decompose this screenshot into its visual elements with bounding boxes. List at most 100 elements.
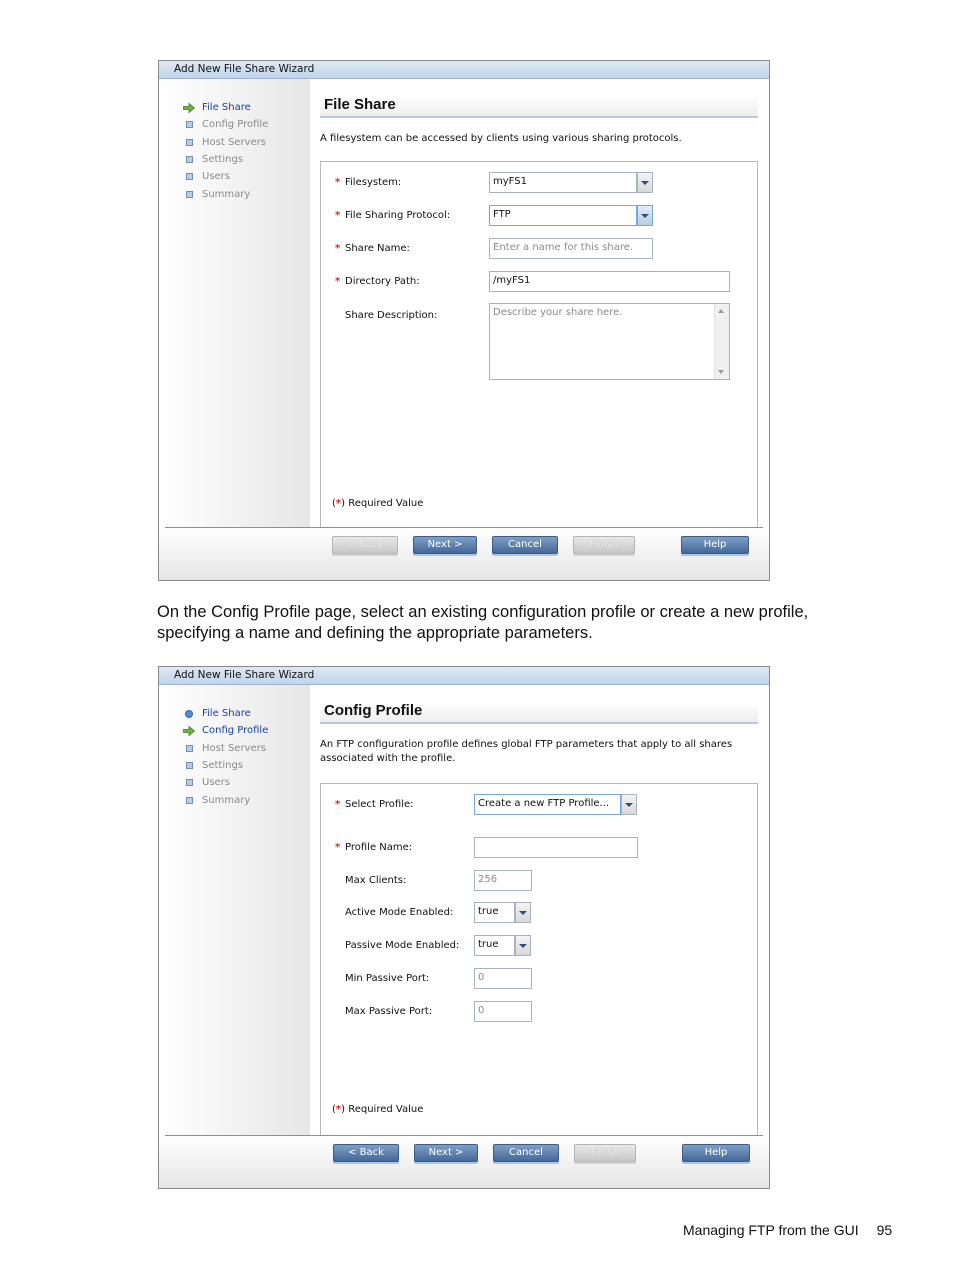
footer-divider (165, 1135, 763, 1136)
back-button[interactable]: < Back (332, 536, 398, 554)
wizard-title-bar: Add New File Share Wizard (159, 61, 769, 79)
share-name-input[interactable]: Enter a name for this share. (489, 238, 653, 259)
dot-bullet-icon (183, 709, 195, 718)
step-label: File Share (202, 708, 251, 720)
passive-mode-row: Passive Mode Enabled: true (321, 935, 757, 957)
required-marker: * (335, 842, 341, 853)
step-config-profile[interactable]: Config Profile (183, 116, 268, 133)
step-file-share[interactable]: File Share (183, 99, 268, 116)
square-bullet-icon (183, 121, 195, 129)
max-passive-port-label: Max Passive Port: (345, 1006, 433, 1017)
directory-path-label: Directory Path: (345, 276, 420, 287)
select-profile-dropdown-button[interactable] (621, 794, 637, 815)
wizard-content: File Share A filesystem can be accessed … (310, 79, 769, 529)
wizard-steps-nav: File Share Config Profile Host Servers S… (183, 99, 268, 203)
wizard-content: Config Profile An FTP configuration prof… (310, 685, 769, 1136)
directory-path-input[interactable]: /myFS1 (489, 271, 730, 292)
step-config-profile[interactable]: Config Profile (183, 722, 268, 739)
passive-mode-select[interactable]: true (474, 935, 515, 956)
wizard-footer: < Back Next > Cancel Finish Help (159, 527, 769, 580)
step-host-servers[interactable]: Host Servers (183, 740, 268, 757)
active-mode-dropdown-button[interactable] (515, 902, 531, 923)
min-passive-port-row: Min Passive Port: 0 (321, 968, 757, 990)
help-button[interactable]: Help (681, 536, 749, 554)
arrow-right-icon (183, 725, 195, 736)
filesystem-select[interactable]: myFS1 (489, 172, 637, 193)
square-bullet-icon (183, 762, 195, 770)
finish-button[interactable]: Finish (574, 1144, 636, 1162)
next-button[interactable]: Next > (413, 536, 477, 554)
protocol-select[interactable]: FTP (489, 205, 637, 226)
config-profile-wizard-window: Add New File Share Wizard File Share Con… (158, 666, 770, 1189)
required-marker: * (335, 210, 341, 221)
passive-mode-label: Passive Mode Enabled: (345, 940, 460, 951)
step-settings[interactable]: Settings (183, 151, 268, 168)
min-passive-port-input[interactable]: 0 (474, 968, 532, 989)
filesystem-label: Filesystem: (345, 177, 402, 188)
form-panel: * Filesystem: myFS1 * File Sharing Protoco… (320, 161, 758, 529)
textarea-scrollbar[interactable] (714, 304, 729, 379)
active-mode-label: Active Mode Enabled: (345, 907, 454, 918)
finish-button[interactable]: Finish (573, 536, 635, 554)
active-mode-select[interactable]: true (474, 902, 515, 923)
page-title: File Share (320, 96, 758, 118)
step-label: Host Servers (202, 136, 266, 148)
square-bullet-icon (183, 744, 195, 752)
passive-mode-dropdown-button[interactable] (515, 935, 531, 956)
max-passive-port-row: Max Passive Port: 0 (321, 1001, 757, 1023)
required-marker: * (335, 243, 341, 254)
step-label: Config Profile (202, 119, 269, 131)
step-file-share[interactable]: File Share (183, 705, 268, 722)
footer-section-title: Managing FTP from the GUI (683, 1222, 859, 1238)
chevron-down-icon (625, 802, 633, 807)
max-passive-port-input[interactable]: 0 (474, 1001, 532, 1022)
next-button[interactable]: Next > (414, 1144, 478, 1162)
share-description-textarea[interactable]: Describe your share here. (489, 303, 730, 380)
step-label: Settings (202, 154, 244, 166)
back-button[interactable]: < Back (333, 1144, 399, 1162)
max-clients-label: Max Clients: (345, 875, 407, 886)
square-bullet-icon (183, 779, 195, 787)
chevron-down-icon (641, 213, 649, 218)
profile-name-input[interactable] (474, 837, 638, 858)
form-panel: * Select Profile: Create a new FTP Profil… (320, 783, 758, 1136)
step-users[interactable]: Users (183, 774, 268, 791)
filesystem-dropdown-button[interactable] (637, 172, 653, 193)
intro-text: An FTP configuration profile defines glo… (320, 739, 733, 764)
min-passive-port-label: Min Passive Port: (345, 973, 430, 984)
protocol-label: File Sharing Protocol: (345, 210, 451, 221)
step-users[interactable]: Users (183, 168, 268, 185)
required-value-note: (*) Required Value (332, 498, 424, 509)
help-button[interactable]: Help (682, 1144, 750, 1162)
scroll-down-icon[interactable] (718, 370, 724, 374)
protocol-dropdown-button[interactable] (637, 205, 653, 226)
footer-divider (165, 527, 763, 528)
protocol-row: * File Sharing Protocol: FTP (321, 205, 757, 227)
step-settings[interactable]: Settings (183, 757, 268, 774)
required-value-note: (*) Required Value (332, 1104, 424, 1115)
max-clients-input[interactable]: 256 (474, 870, 532, 891)
step-label: Summary (202, 188, 251, 200)
step-host-servers[interactable]: Host Servers (183, 134, 268, 151)
scroll-up-icon[interactable] (718, 309, 724, 313)
filesystem-row: * Filesystem: myFS1 (321, 172, 757, 194)
page-title: Config Profile (320, 702, 758, 724)
intro-text: A filesystem can be accessed by clients … (320, 133, 682, 144)
chevron-down-icon (519, 910, 527, 915)
square-bullet-icon (183, 173, 195, 181)
step-summary[interactable]: Summary (183, 185, 268, 202)
step-summary[interactable]: Summary (183, 791, 268, 808)
select-profile-select[interactable]: Create a new FTP Profile... (474, 794, 621, 815)
profile-name-label: Profile Name: (345, 842, 413, 853)
active-mode-row: Active Mode Enabled: true (321, 902, 757, 924)
share-name-row: * Share Name: Enter a name for this share… (321, 238, 757, 260)
chevron-down-icon (519, 943, 527, 948)
cancel-button[interactable]: Cancel (492, 536, 558, 554)
square-bullet-icon (183, 138, 195, 146)
required-marker: * (335, 177, 341, 188)
step-label: Host Servers (202, 742, 266, 754)
directory-path-row: * Directory Path: /myFS1 (321, 271, 757, 293)
step-label: Summary (202, 794, 251, 806)
wizard-steps-sidebar: File Share Config Profile Host Servers S… (159, 685, 310, 1135)
cancel-button[interactable]: Cancel (493, 1144, 559, 1162)
